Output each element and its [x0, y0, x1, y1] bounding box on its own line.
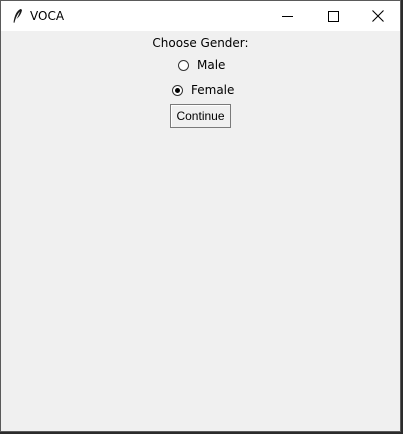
continue-button[interactable]: Continue: [170, 104, 231, 128]
gender-prompt-label: Choose Gender:: [152, 36, 249, 50]
maximize-icon: [327, 7, 339, 26]
minimize-button[interactable]: [264, 1, 310, 31]
radio-button-female[interactable]: [172, 84, 183, 96]
title-bar[interactable]: VOCA: [1, 1, 400, 31]
minimize-icon: [281, 7, 293, 26]
content-area: Choose Gender: Male Female Continue: [1, 31, 400, 431]
radio-button-male[interactable]: [178, 59, 189, 71]
gender-radio-female[interactable]: Female: [172, 83, 234, 97]
maximize-button[interactable]: [310, 1, 356, 31]
radio-label-female: Female: [191, 83, 235, 97]
close-button[interactable]: [355, 1, 401, 31]
radio-label-male: Male: [197, 58, 226, 72]
feather-icon: [10, 8, 24, 24]
gender-radio-male[interactable]: Male: [178, 58, 225, 72]
window-title: VOCA: [30, 9, 65, 23]
app-window: VOCA Choose Gender: Male Female Continue: [0, 0, 401, 432]
close-icon: [372, 7, 384, 26]
